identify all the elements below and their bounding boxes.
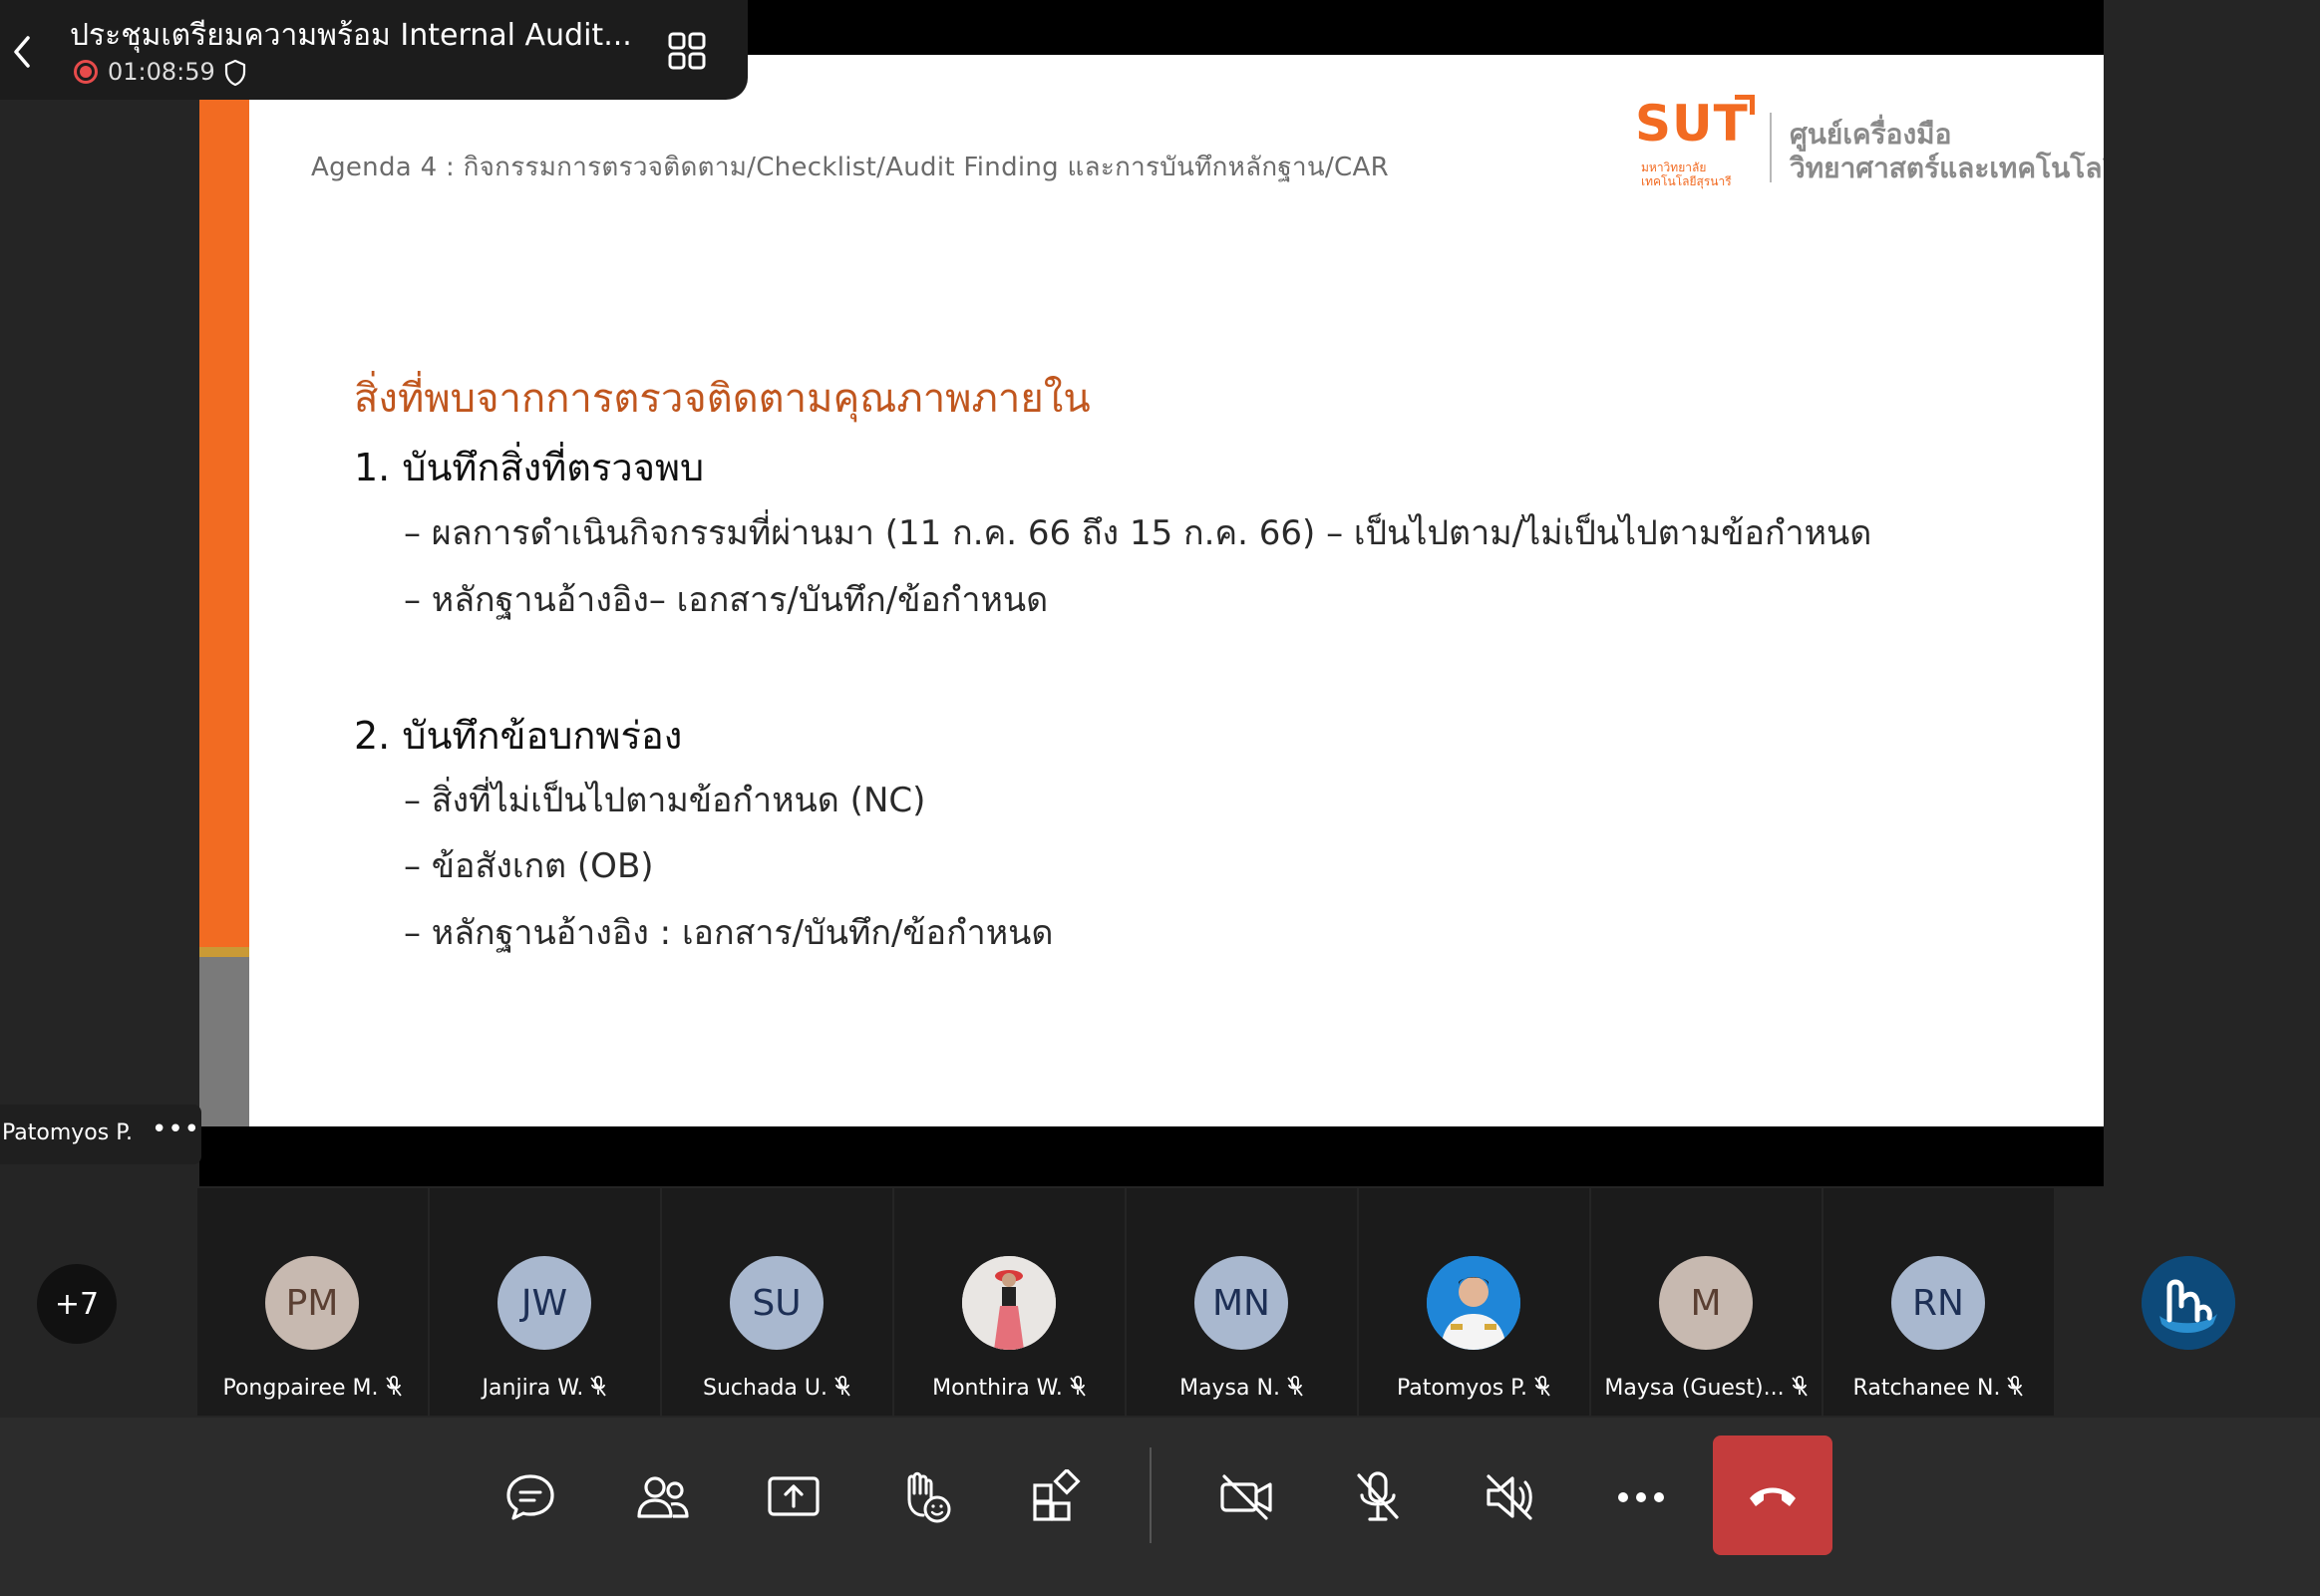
logo-brand: SUT [1635,95,1749,153]
slide-section-2: 2. บันทึกข้อบกพร่อง [354,714,683,758]
avatar: JW [497,1256,591,1350]
participant-tile[interactable]: Monthira W. [894,1188,1125,1416]
share-screen-button[interactable] [762,1465,826,1529]
speaker-off-icon [1487,1474,1532,1520]
layout-grid-icon[interactable] [668,32,706,70]
toolbar-divider [1150,1447,1152,1543]
slide-heading: สิ่งที่พบจากการตรวจติดตามคุณภาพภายใน [354,376,1091,422]
meeting-elapsed-time: 01:08:59 [108,58,215,86]
mic-off-icon [2007,1376,2024,1397]
participant-tile[interactable]: RN Ratchanee N. [1823,1188,2054,1416]
participant-name: Janjira W. [430,1376,660,1401]
avatar: MN [1194,1256,1288,1350]
participant-tile[interactable]: Patomyos P. [1359,1188,1589,1416]
hang-up-icon [1750,1487,1796,1506]
shared-screen: Agenda 4 : กิจกรรมการตรวจติดตาม/Checklis… [199,0,2104,1186]
participant-tile[interactable]: MN Maysa N. [1127,1188,1357,1416]
recording-icon [74,60,98,84]
mic-off-icon [1070,1376,1086,1397]
avatar: RN [1891,1256,1985,1350]
shield-icon[interactable] [223,59,247,87]
mic-off-icon [1287,1376,1303,1397]
end-call-button[interactable] [1713,1436,1832,1555]
chat-button[interactable] [498,1465,562,1529]
mic-toggle-button[interactable] [1346,1465,1410,1529]
avatar-photo [962,1256,1056,1350]
more-actions-button[interactable] [1609,1465,1673,1529]
logo-sub-line1: มหาวิทยาลัย [1641,160,1707,174]
participant-name: Monthira W. [894,1376,1125,1401]
meeting-info-bar: ประชุมเตรียมความพร้อม Internal Audit... … [0,0,748,100]
participant-name: Pongpairee M. [197,1376,428,1401]
participant-tile[interactable]: SU Suchada U. [662,1188,892,1416]
mic-off-icon [1534,1376,1550,1397]
presenter-name: Patomyos P. [2,1120,134,1145]
person-photo-icon [962,1256,1056,1350]
slide-accent-bar-gray [199,957,249,1126]
sut-logo: SUT มหาวิทยาลัย เทคโนโลยีสุรนารี ศูนย์เค… [1635,95,2104,194]
participant-name: Patomyos P. [1359,1376,1589,1401]
slide-bullet: – หลักฐานอ้างอิง : เอกสาร/บันทึก/ข้อกำหน… [404,913,1054,953]
more-icon [1618,1492,1664,1502]
more-participants-button[interactable]: +7 [37,1264,117,1344]
slide-bullet: – สิ่งที่ไม่เป็นไปตามข้อกำหนด (NC) [404,781,926,820]
mic-off-icon [1791,1376,1808,1397]
avatar: SU [730,1256,824,1350]
reactions-button[interactable] [893,1465,957,1529]
meeting-title: ประชุมเตรียมความพร้อม Internal Audit... [70,18,632,53]
participant-name: Maysa (Guest)... [1591,1376,1822,1401]
slide-bullet: – ผลการดำเนินกิจกรรมที่ผ่านมา (11 ก.ค. 6… [404,513,1872,553]
meeting-toolbar [0,1418,2320,1596]
person-photo-icon [1427,1256,1520,1350]
logo-corner-mark [1735,95,1755,115]
camera-toggle-button[interactable] [1214,1465,1278,1529]
participant-name: Suchada U. [662,1376,892,1401]
presentation-slide: Agenda 4 : กิจกรรมการตรวจติดตาม/Checklis… [199,55,2104,1126]
slide-accent-bar [199,100,249,947]
raise-hand-emoji-icon [907,1471,951,1523]
participant-tile[interactable]: M Maysa (Guest)... [1591,1188,1822,1416]
logo-subtitle: มหาวิทยาลัย เทคโนโลยีสุรนารี [1641,160,1732,188]
logo-name-line2: วิทยาศาสตร์และเทคโนโลยี [1790,152,2104,184]
slide-section-1: 1. บันทึกสิ่งที่ตรวจพบ [354,446,705,489]
chat-icon [506,1474,554,1520]
participant-name: Maysa N. [1127,1376,1357,1401]
participant-tile[interactable]: PM Pongpairee M. [197,1188,428,1416]
avatar-logo [2142,1256,2235,1350]
slide-bullet: – ข้อสังเกต (OB) [404,846,654,886]
mic-off-icon [834,1376,850,1397]
mic-off-icon [590,1376,607,1397]
slide-agenda-title: Agenda 4 : กิจกรรมการตรวจติดตาม/Checklis… [311,153,1389,182]
chevron-left-icon[interactable] [8,32,36,72]
participants-button[interactable] [630,1465,694,1529]
apps-button[interactable] [1025,1465,1089,1529]
apps-icon [1033,1469,1081,1521]
org-logo-icon [2142,1256,2235,1350]
avatar: PM [265,1256,359,1350]
participant-tile[interactable] [2056,1188,2320,1416]
more-options-icon[interactable]: ••• [152,1115,200,1144]
logo-sub-line2: เทคโนโลยีสุรนารี [1641,174,1732,188]
share-screen-icon [768,1476,820,1516]
slide-bullet: – หลักฐานอ้างอิง– เอกสาร/บันทึก/ข้อกำหนด [404,580,1049,620]
speaker-toggle-button[interactable] [1478,1465,1541,1529]
avatar: M [1659,1256,1753,1350]
camera-off-icon [1220,1474,1272,1520]
mic-off-icon [385,1376,402,1397]
logo-divider [1770,113,1772,182]
participant-name: Ratchanee N. [1823,1376,2054,1401]
mic-off-icon [1357,1471,1399,1521]
avatar-photo [1427,1256,1520,1350]
slide-accent-stripe [199,947,249,957]
people-icon [637,1476,689,1518]
presenter-label[interactable]: Patomyos P. ••• [0,1105,201,1164]
participant-tile[interactable]: JW Janjira W. [430,1188,660,1416]
